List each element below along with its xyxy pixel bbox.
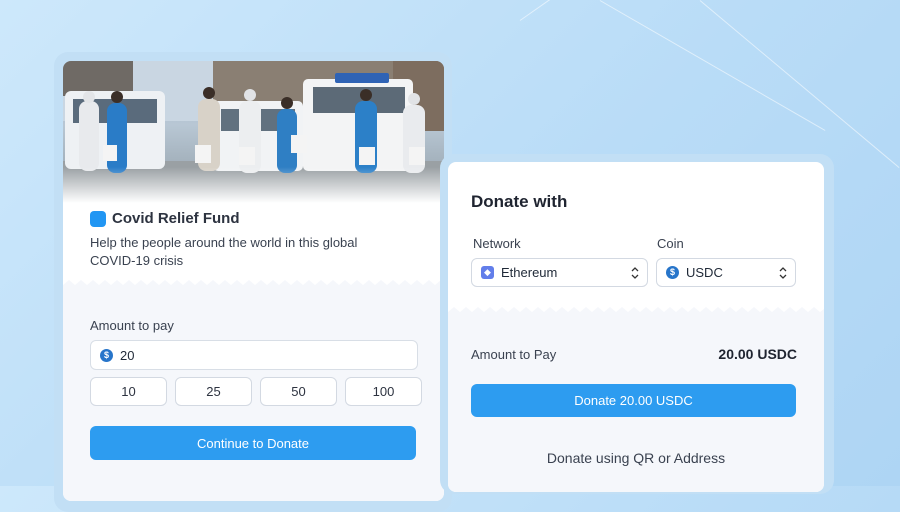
zigzag-divider <box>448 307 824 317</box>
campaign-logo-icon <box>90 210 106 227</box>
campaign-description: Help the people around the world in this… <box>90 235 358 268</box>
network-label: Network <box>473 236 521 251</box>
amount-label: Amount to pay <box>90 318 174 333</box>
coin-select[interactable]: $ USDC <box>656 258 796 287</box>
amount-input[interactable]: $ 20 <box>90 340 418 370</box>
usdc-icon: $ <box>666 266 679 279</box>
preset-amount-button[interactable]: 10 <box>90 377 167 406</box>
chevron-updown-icon <box>631 266 639 279</box>
campaign-header: Covid Relief Fund <box>90 210 240 227</box>
preset-amount-button[interactable]: 50 <box>260 377 337 406</box>
donate-button[interactable]: Donate 20.00 USDC <box>471 384 796 417</box>
background-line <box>599 0 826 131</box>
background-line <box>519 0 685 21</box>
continue-to-donate-button[interactable]: Continue to Donate <box>90 426 416 460</box>
campaign-title: Covid Relief Fund <box>112 210 240 227</box>
preset-amount-button[interactable]: 25 <box>175 377 252 406</box>
preset-amount-button[interactable]: 100 <box>345 377 422 406</box>
donate-card: Donate with Network ◆ Ethereum Coin $ US… <box>448 162 824 492</box>
zigzag-divider <box>63 280 444 290</box>
amount-input-value: 20 <box>120 347 135 363</box>
donate-title: Donate with <box>471 192 568 211</box>
ethereum-icon: ◆ <box>481 266 494 279</box>
coin-select-value: USDC <box>686 265 723 280</box>
usdc-icon: $ <box>100 348 113 362</box>
donate-qr-address-link[interactable]: Donate using QR or Address <box>448 450 824 466</box>
network-select[interactable]: ◆ Ethereum <box>471 258 648 287</box>
amount-to-pay-label: Amount to Pay <box>471 347 557 362</box>
hero-fade <box>63 167 444 203</box>
campaign-card: Covid Relief Fund Help the people around… <box>63 61 444 501</box>
background-line <box>699 0 900 169</box>
chevron-updown-icon <box>779 266 787 279</box>
coin-label: Coin <box>657 236 684 251</box>
amount-to-pay-value: 20.00 USDC <box>718 346 797 362</box>
campaign-hero-image <box>63 61 444 203</box>
network-select-value: Ethereum <box>501 265 558 280</box>
preset-amounts: 10 25 50 100 <box>90 377 422 406</box>
